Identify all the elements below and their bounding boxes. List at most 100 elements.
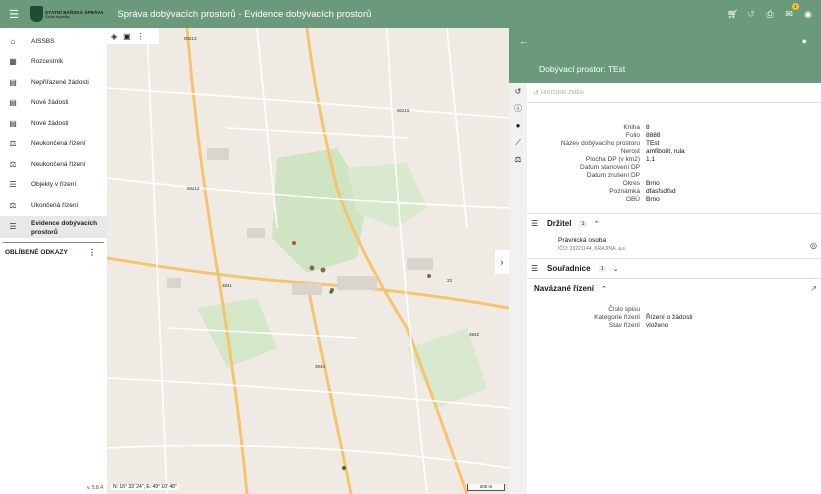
scale-bar: 200 m (467, 484, 505, 491)
collapse-icon[interactable]: ⌃ (601, 285, 607, 293)
detail-panel: ← ● Dobývací prostor: TEst ↺ ⓘ ● ⟋ ⚖ ↺ HI… (509, 28, 821, 494)
detail-label: Poznámka (609, 188, 640, 195)
inbox-icon[interactable]: ✉ 1 (784, 2, 799, 20)
logo-subtitle: České republiky (45, 14, 70, 19)
detail-label: Folio (625, 132, 640, 139)
expand-icon[interactable]: ⌄ (613, 265, 619, 273)
favorites-header: OBLÍBENÉ ODKAZY ⋮ (3, 241, 104, 262)
detail-label: OBÚ (625, 196, 640, 203)
sidebar-item-neukoncena-rizeni-2[interactable]: ⚖ Neukončená řízení (0, 154, 107, 175)
document-icon: ▤ (9, 118, 17, 128)
detail-value (646, 306, 816, 314)
visibility-off-icon[interactable]: ◎ (810, 241, 817, 250)
sidebar-item-label: Evidence dobývacích prostorů (31, 219, 98, 237)
section-title: Navázané řízení (534, 284, 595, 293)
count-badge: 1 (579, 220, 587, 227)
detail-value: Řízení o žádosti (646, 314, 693, 321)
history-icon[interactable]: ↺ (746, 9, 756, 20)
section-title: Držitel (547, 219, 572, 228)
sidebar-item-label: Neukončená řízení (31, 160, 86, 168)
open-in-new-icon[interactable]: ↗ (810, 284, 817, 293)
sidebar-item-neprirazene-zadosti[interactable]: ▤ Nepřiřazené žádosti (0, 72, 107, 93)
detail-value: 8 (646, 124, 650, 131)
sidebar-item-label: Objekty v řízení (31, 181, 77, 189)
panel-side-tabs: ↺ ⓘ ● ⟋ ⚖ (509, 83, 527, 494)
location-pin-icon[interactable]: ● (802, 36, 807, 46)
arrow-back-icon[interactable]: ← (519, 36, 528, 46)
panel-header: ← ● Dobývací prostor: TEst (509, 28, 821, 83)
gavel-icon: ⚖ (9, 159, 17, 169)
panel-body: ↺ HISTORIE ZMĚN Kniha 8 Folio 8888 Název do… (527, 83, 821, 494)
sidebar-item-objekty-v-rizeni[interactable]: ☰ Objekty v řízení (0, 175, 107, 196)
history-icon[interactable]: ↺ (509, 83, 527, 100)
sidebar-item-aissbs[interactable]: ⌂ AISSBS (0, 31, 107, 52)
toolbox-icon[interactable]: ▣ (123, 32, 131, 41)
map-view[interactable]: 00213 00215 00214 23 3841 3942 3944 ◈ ▣ … (107, 28, 509, 494)
map-toolbar: ◈ ▣ ⋮ (107, 28, 159, 44)
account-icon[interactable]: ◉ (803, 9, 813, 20)
list-icon: ☰ (531, 219, 539, 228)
person-icon[interactable]: ● (509, 117, 527, 134)
cart-icon[interactable]: 🛒︎ (727, 9, 738, 20)
sidebar-item-label: Rozcestník (31, 58, 64, 66)
sidebar: ⌂ AISSBS ▦ Rozcestník ▤ Nepřiřazené žádosti… (0, 28, 107, 494)
road-label: 23 (447, 278, 453, 283)
road-label: 00213 (184, 36, 197, 41)
linked-details: Číslo spisu Kategorie řízení Řízení o žád… (527, 298, 821, 330)
road-label: 00214 (187, 186, 200, 191)
sidebar-item-neukoncena-rizeni[interactable]: ⚖ Neukončená řízení (0, 134, 107, 155)
detail-value: 8888 (646, 132, 661, 139)
sidebar-item-evidence-dobyvacich-prostoru[interactable]: ☰ Evidence dobývacích prostorů (0, 215, 107, 238)
holder-detail: IČO: 33221144, KRAJINA, a.s. (558, 246, 627, 252)
sidebar-item-nove-zadosti-2[interactable]: ▤ Nové žádosti (0, 113, 107, 134)
count-badge: 1 (598, 265, 606, 272)
section-holder[interactable]: ☰ Držitel 1 ⌃ (527, 213, 821, 233)
sidebar-item-nove-zadosti[interactable]: ▤ Nové žádosti (0, 93, 107, 114)
detail-value (646, 164, 816, 172)
detail-label: Kategorie řízení (594, 314, 640, 321)
sidebar-item-label: AISSBS (31, 37, 55, 45)
detail-value: dfasfsdfsd (646, 188, 676, 195)
detail-value: vloženo (646, 322, 669, 329)
detail-label: Číslo spisu (608, 306, 640, 313)
detail-value: Brno (646, 180, 660, 187)
detail-label: Okres (622, 180, 640, 187)
detail-value: TEst (646, 140, 660, 147)
collapse-icon[interactable]: ⌃ (594, 220, 600, 228)
detail-list: Kniha 8 Folio 8888 Název dobývacího prosto… (527, 103, 821, 204)
section-coordinates[interactable]: ☰ Souřadnice 1 ⌄ (527, 258, 821, 278)
sidebar-item-label: Ukončená řízení (31, 201, 79, 209)
app-title: Správa dobývacích prostorů - Evidence do… (117, 8, 372, 20)
document-icon: ▤ (9, 98, 17, 108)
road-label: 00215 (397, 108, 410, 113)
road-label: 3942 (469, 332, 480, 337)
sidebar-item-rozcestnik[interactable]: ▦ Rozcestník (0, 52, 107, 73)
more-vert-icon[interactable]: ⋮ (88, 248, 96, 257)
detail-value: amfibolit, rula (646, 148, 685, 155)
list-icon: ☰ (9, 180, 17, 190)
more-vert-icon[interactable]: ⋮ (137, 32, 145, 41)
section-linked-proceedings[interactable]: Navázané řízení ⌃ ↗ (527, 278, 821, 298)
detail-value: 1.1 (646, 156, 656, 163)
home-icon: ⌂ (10, 36, 16, 46)
info-icon[interactable]: ⓘ (509, 100, 527, 117)
detail-label: Název dobývacího prostoru (560, 140, 640, 147)
section-title: Souřadnice (547, 264, 591, 273)
holder-item: Právnická osoba IČO: 33221144, KRAJINA, … (527, 233, 821, 258)
detail-label: Datum stanovení DP (580, 164, 640, 171)
chart-line-icon[interactable]: ⟋ (509, 134, 527, 151)
app-version: v. 5.8.4 (86, 485, 103, 491)
road-label: 3841 (222, 283, 233, 288)
logo[interactable]: STÁTNÍ BÁŇSKÁ SPRÁVA České republiky (30, 0, 103, 28)
panel-title: Dobývací prostor: TEst (539, 64, 626, 74)
sidebar-item-ukoncena-rizeni[interactable]: ⚖ Ukončená řízení (0, 195, 107, 216)
history-button[interactable]: ↺ HISTORIE ZMĚN (527, 83, 821, 103)
list-icon: ☰ (531, 264, 539, 273)
notification-badge: 1 (792, 2, 799, 10)
chevron-right-icon[interactable]: › (495, 250, 509, 274)
gavel-icon[interactable]: ⚖ (509, 151, 527, 168)
print-icon[interactable]: ⎙ (765, 9, 775, 20)
sidebar-item-label: Neukončená řízení (31, 140, 86, 148)
menu-icon[interactable]: ☰ (0, 0, 28, 28)
layers-icon[interactable]: ◈ (111, 32, 117, 41)
